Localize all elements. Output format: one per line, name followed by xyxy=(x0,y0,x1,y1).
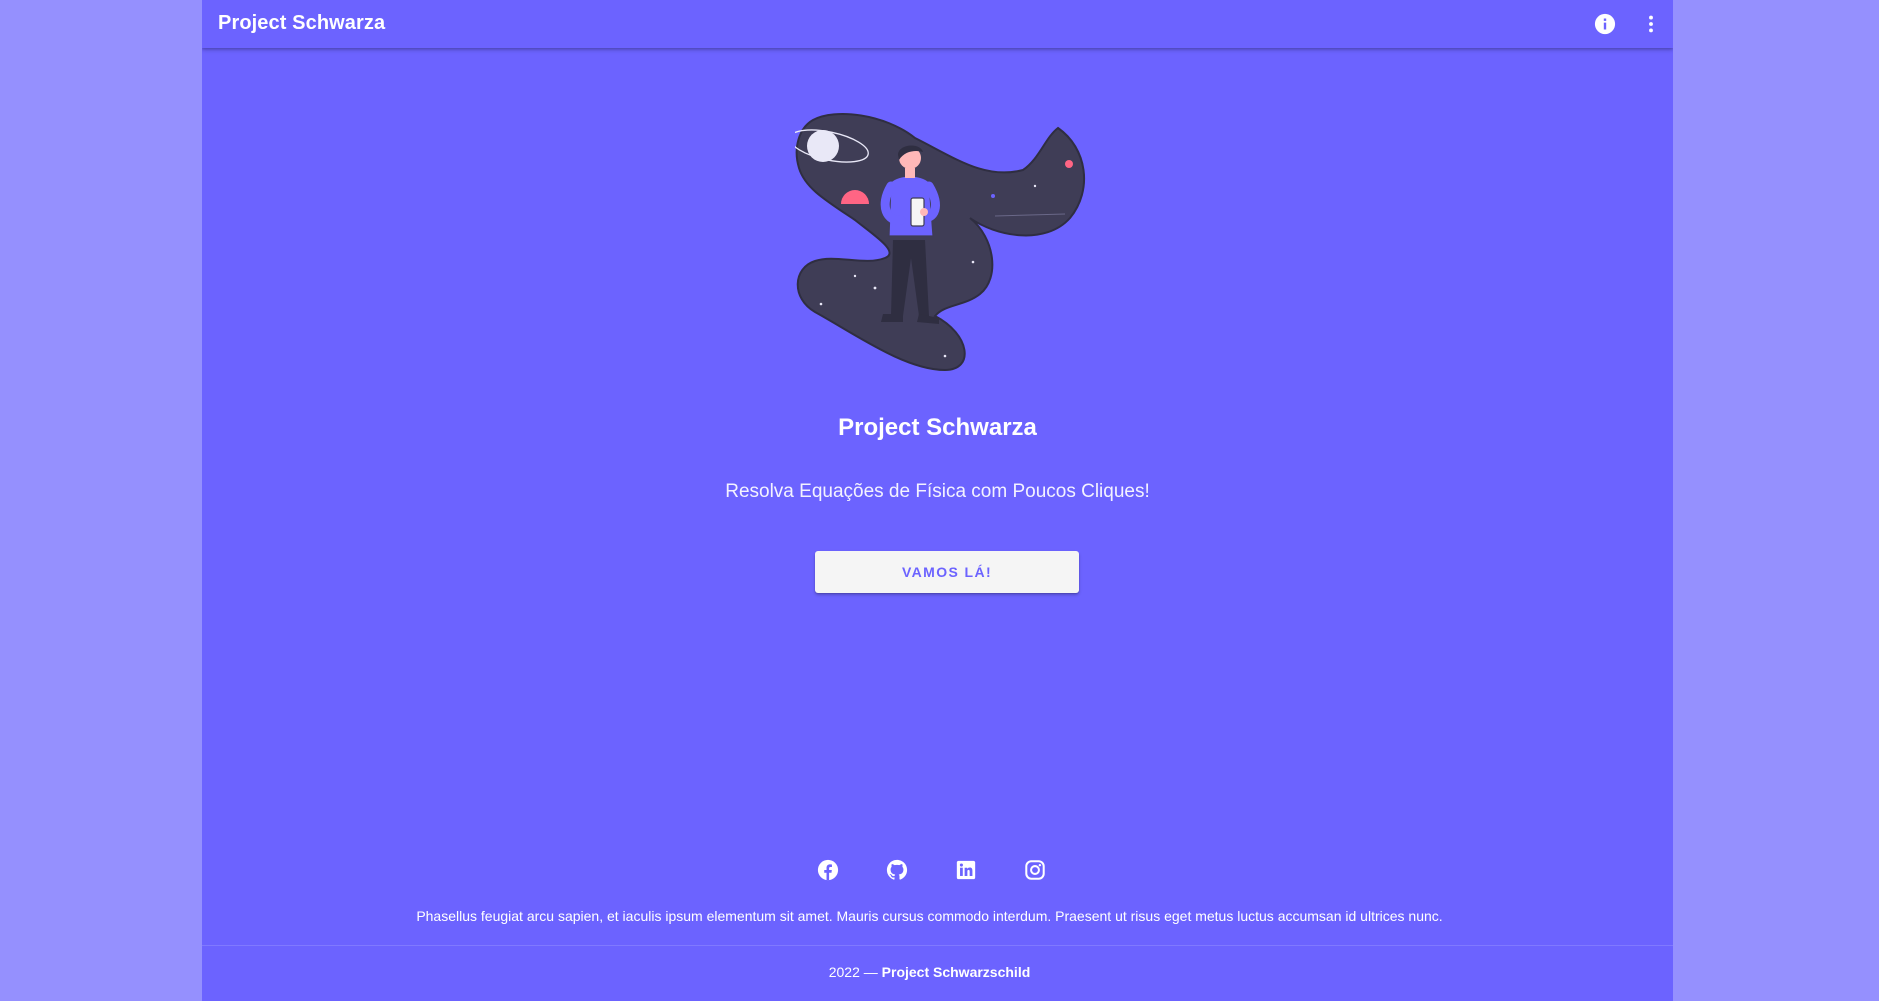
instagram-link[interactable] xyxy=(1023,858,1047,882)
github-icon xyxy=(886,859,908,880)
social-links xyxy=(202,858,1667,882)
vamos-la-button[interactable]: VAMOS LÁ! xyxy=(815,551,1079,593)
github-link[interactable] xyxy=(885,858,909,882)
info-icon xyxy=(1594,13,1616,35)
copyright-year: 2022 — xyxy=(828,964,878,980)
instagram-icon xyxy=(1025,860,1045,880)
info-button[interactable] xyxy=(1589,8,1621,40)
hero-title: Project Schwarza xyxy=(838,414,1037,441)
footer-description: Phasellus feugiat arcu sapien, et iaculi… xyxy=(416,908,1443,924)
footer-divider xyxy=(202,945,1673,946)
linkedin-link[interactable] xyxy=(954,858,978,882)
linkedin-icon xyxy=(956,860,976,880)
app-bar: Project Schwarza xyxy=(202,0,1673,48)
more-vert-icon xyxy=(1649,15,1653,33)
facebook-link[interactable] xyxy=(816,858,840,882)
person-in-space-illustration xyxy=(795,113,1085,372)
hero-subtitle: Resolva Equações de Física com Poucos Cl… xyxy=(725,481,1150,502)
footer-copyright: 2022 — Project Schwarzschild xyxy=(202,964,1665,980)
copyright-project-name: Project Schwarzschild xyxy=(881,964,1031,980)
more-options-button[interactable] xyxy=(1635,8,1667,40)
app-title: Project Schwarza xyxy=(218,12,386,34)
app-container: Project Schwarza Project Schwarza Resolv… xyxy=(202,0,1673,1001)
facebook-icon xyxy=(817,859,839,881)
